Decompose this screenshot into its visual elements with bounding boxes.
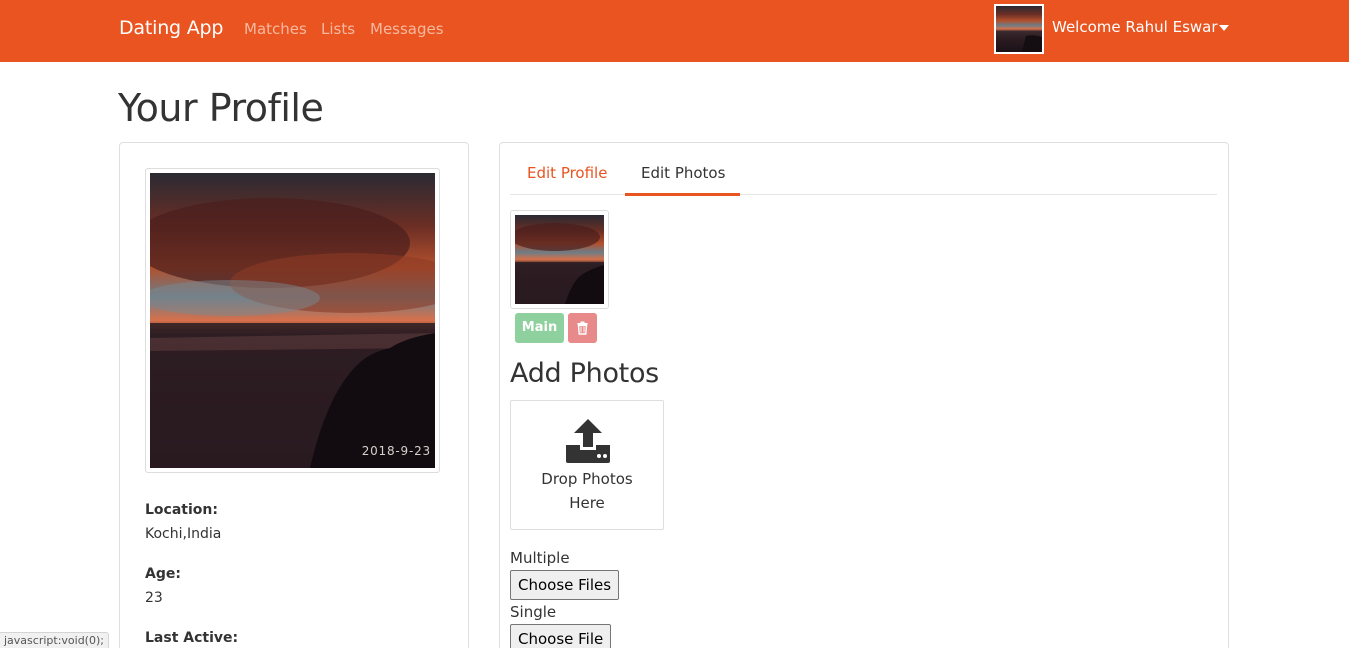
age-value: 23 (145, 590, 163, 606)
age-label: Age: (145, 566, 181, 582)
choose-file-button[interactable]: Choose File (510, 624, 612, 648)
location-label: Location: (145, 502, 218, 518)
user-dropdown-toggle[interactable]: Welcome Rahul Eswar (1052, 18, 1218, 36)
photo-date: 2018-9-23 (361, 444, 431, 458)
add-photos-heading: Add Photos (510, 358, 659, 389)
choose-files-button[interactable]: Choose Files (510, 570, 620, 600)
dropzone-text-line1: Drop Photos (541, 470, 633, 488)
page-title: Your Profile (118, 86, 324, 130)
location-value: Kochi,India (145, 526, 222, 542)
delete-photo-button[interactable] (568, 313, 597, 343)
profile-photo: 2018-9-23 (145, 168, 440, 473)
nav-matches[interactable]: Matches (244, 20, 307, 38)
dropzone-text-line2: Here (569, 494, 605, 512)
tab-edit-photos[interactable]: Edit Photos (641, 164, 725, 182)
avatar[interactable] (994, 4, 1044, 54)
nav-lists[interactable]: Lists (321, 20, 355, 38)
multiple-label: Multiple (510, 549, 570, 567)
trash-icon (577, 321, 588, 335)
photo-thumbnail (510, 210, 609, 309)
tab-edit-profile[interactable]: Edit Profile (527, 164, 607, 182)
nav-messages[interactable]: Messages (370, 20, 444, 38)
upload-icon (566, 419, 610, 463)
thumbnail-image (515, 215, 604, 304)
sunset-photo (150, 173, 435, 468)
chevron-down-icon[interactable] (1219, 25, 1229, 31)
browser-status-bar: javascript:void(0); (0, 632, 109, 648)
single-label: Single (510, 603, 557, 621)
active-tab-indicator (625, 193, 740, 196)
brand-link[interactable]: Dating App (119, 17, 223, 39)
photo-dropzone[interactable]: Drop Photos Here (510, 400, 664, 530)
avatar-image (996, 6, 1042, 52)
navbar: Dating App Matches Lists Messages Welcom… (0, 0, 1349, 62)
set-main-button[interactable]: Main (515, 313, 564, 343)
tabs-divider (510, 194, 1217, 195)
last-active-label: Last Active: (145, 630, 239, 646)
